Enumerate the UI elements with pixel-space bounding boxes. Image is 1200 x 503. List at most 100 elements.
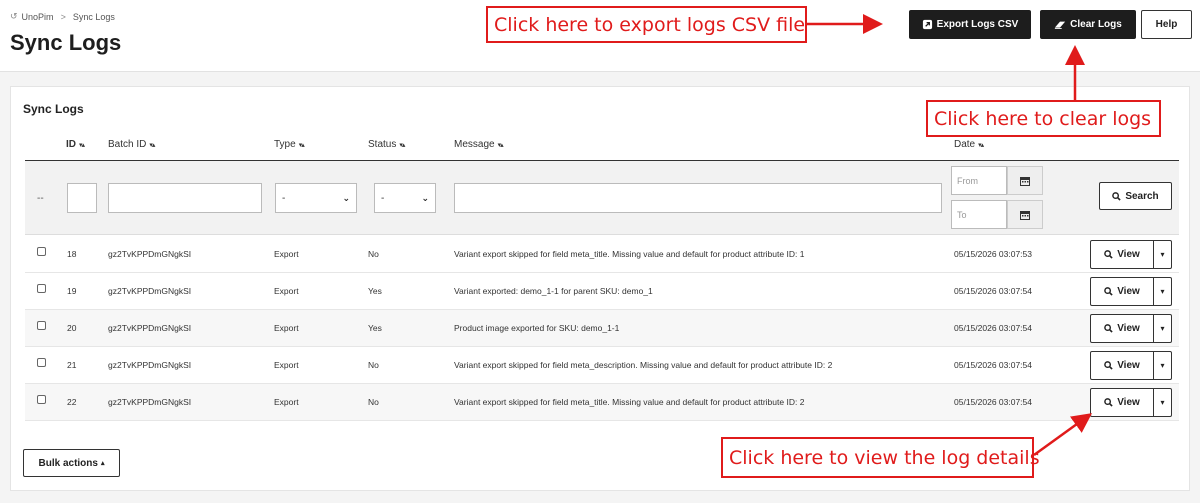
cell-batch-id: gz2TvKPPDmGNgkSI [108, 249, 192, 259]
annotation-view: Click here to view the log details [721, 437, 1040, 478]
table-row: 22 gz2TvKPPDmGNgkSI Export No Variant ex… [25, 384, 1179, 421]
view-button[interactable]: View [1090, 351, 1154, 380]
filter-status-value: - [381, 192, 385, 204]
cell-date: 05/15/2026 03:07:54 [954, 286, 1032, 296]
column-label: Batch ID [108, 139, 147, 150]
caret-down-icon[interactable]: ▾ [1153, 277, 1172, 306]
filter-status-select[interactable]: - ⌄ [374, 183, 436, 213]
cell-batch-id: gz2TvKPPDmGNgkSI [108, 360, 192, 370]
cell-id: 19 [67, 286, 77, 296]
panel-title: Sync Logs [23, 102, 84, 116]
column-header-batch-id[interactable]: Batch ID ▾▴ [108, 139, 155, 150]
breadcrumb-root[interactable]: UnoPim [22, 12, 54, 22]
sort-icon: ▾▴ [978, 141, 984, 149]
column-header-message[interactable]: Message ▾▴ [454, 139, 504, 150]
row-checkbox[interactable] [37, 321, 46, 330]
export-logs-button[interactable]: Export Logs CSV [909, 10, 1031, 39]
breadcrumb: ↺ UnoPim > Sync Logs [10, 11, 115, 22]
view-label: View [1117, 249, 1140, 260]
search-icon [1104, 287, 1113, 296]
filter-date-from-input[interactable]: From [951, 166, 1007, 195]
row-checkbox[interactable] [37, 395, 46, 404]
cell-message: Variant exported: demo_1-1 for parent SK… [454, 286, 653, 296]
cell-type: Export [274, 323, 299, 333]
sort-icon: ▾▴ [149, 141, 155, 149]
cell-type: Export [274, 286, 299, 296]
view-button[interactable]: View [1090, 240, 1154, 269]
search-icon [1104, 324, 1113, 333]
filter-date-to-input[interactable]: To [951, 200, 1007, 229]
eraser-icon [1055, 21, 1066, 29]
view-label: View [1117, 397, 1140, 408]
cell-id: 20 [67, 323, 77, 333]
view-button[interactable]: View [1090, 388, 1154, 417]
column-label: Type [274, 139, 296, 150]
caret-down-icon[interactable]: ▾ [1153, 351, 1172, 380]
column-header-date[interactable]: Date ▾▴ [954, 139, 984, 150]
table-row: 19 gz2TvKPPDmGNgkSI Export Yes Variant e… [25, 273, 1179, 310]
bulk-actions-label: Bulk actions [38, 457, 98, 469]
caret-down-icon[interactable]: ▾ [1153, 388, 1172, 417]
sort-icon: ▾▴ [298, 141, 305, 149]
table-row: 20 gz2TvKPPDmGNgkSI Export Yes Product i… [25, 310, 1179, 347]
search-icon [1104, 398, 1113, 407]
caret-down-icon[interactable]: ▾ [1153, 240, 1172, 269]
filter-placeholder-dash: -- [37, 193, 44, 204]
cell-batch-id: gz2TvKPPDmGNgkSI [108, 323, 192, 333]
table-row: 18 gz2TvKPPDmGNgkSI Export No Variant ex… [25, 236, 1179, 273]
cell-date: 05/15/2026 03:07:54 [954, 360, 1032, 370]
filter-type-select[interactable]: - ⌄ [275, 183, 357, 213]
breadcrumb-current: Sync Logs [72, 11, 115, 22]
cell-date: 05/15/2026 03:07:54 [954, 397, 1032, 407]
sync-logs-panel: Sync Logs ID ▾▴ Batch ID ▾▴ Type ▾▴ Status ▾… [10, 86, 1190, 491]
help-button[interactable]: Help [1141, 10, 1192, 39]
filter-id-input[interactable] [67, 183, 97, 213]
annotation-export: Click here to export logs CSV file [486, 6, 807, 43]
export-icon [922, 19, 932, 30]
bulk-actions-button[interactable]: Bulk actions ▴ [23, 449, 120, 477]
column-header-id[interactable]: ID ▾▴ [66, 139, 85, 150]
filter-message-input[interactable] [454, 183, 942, 213]
calendar-icon[interactable] [1007, 200, 1043, 229]
search-button[interactable]: Search [1099, 182, 1172, 210]
cell-type: Export [274, 249, 299, 259]
search-icon [1104, 250, 1113, 259]
table-row: 21 gz2TvKPPDmGNgkSI Export No Variant ex… [25, 347, 1179, 384]
cell-type: Export [274, 397, 299, 407]
column-label: ID [66, 139, 76, 150]
sort-icon: ▾▴ [497, 141, 504, 149]
chevron-down-icon: ⌄ [421, 192, 429, 203]
cell-id: 22 [67, 397, 77, 407]
column-label: Message [454, 139, 495, 150]
sort-icon: ▾▴ [399, 141, 405, 149]
cell-message: Variant export skipped for field meta_ti… [454, 397, 805, 407]
column-header-status[interactable]: Status ▾▴ [368, 139, 405, 150]
calendar-icon[interactable] [1007, 166, 1043, 195]
cell-type: Export [274, 360, 299, 370]
view-button[interactable]: View [1090, 314, 1154, 343]
search-icon [1104, 361, 1113, 370]
clear-logs-label: Clear Logs [1070, 19, 1122, 30]
column-header-type[interactable]: Type ▾▴ [274, 139, 305, 150]
view-label: View [1117, 323, 1140, 334]
export-logs-label: Export Logs CSV [936, 19, 1019, 30]
clear-logs-button[interactable]: Clear Logs [1040, 10, 1136, 39]
column-label: Date [954, 139, 976, 150]
filter-batch-id-input[interactable] [108, 183, 262, 213]
cell-status: No [368, 397, 379, 407]
filter-type-value: - [282, 192, 286, 204]
column-label: Status [368, 139, 397, 150]
row-checkbox[interactable] [37, 358, 46, 367]
cell-batch-id: gz2TvKPPDmGNgkSI [108, 286, 192, 296]
sync-icon: ↺ [10, 11, 18, 21]
cell-batch-id: gz2TvKPPDmGNgkSI [108, 397, 192, 407]
cell-date: 05/15/2026 03:07:54 [954, 323, 1032, 333]
view-label: View [1117, 360, 1140, 371]
view-button[interactable]: View [1090, 277, 1154, 306]
caret-down-icon[interactable]: ▾ [1153, 314, 1172, 343]
row-checkbox[interactable] [37, 247, 46, 256]
page-title: Sync Logs [10, 30, 122, 55]
row-checkbox[interactable] [37, 284, 46, 293]
chevron-down-icon: ⌄ [342, 192, 350, 203]
cell-status: Yes [368, 286, 382, 296]
